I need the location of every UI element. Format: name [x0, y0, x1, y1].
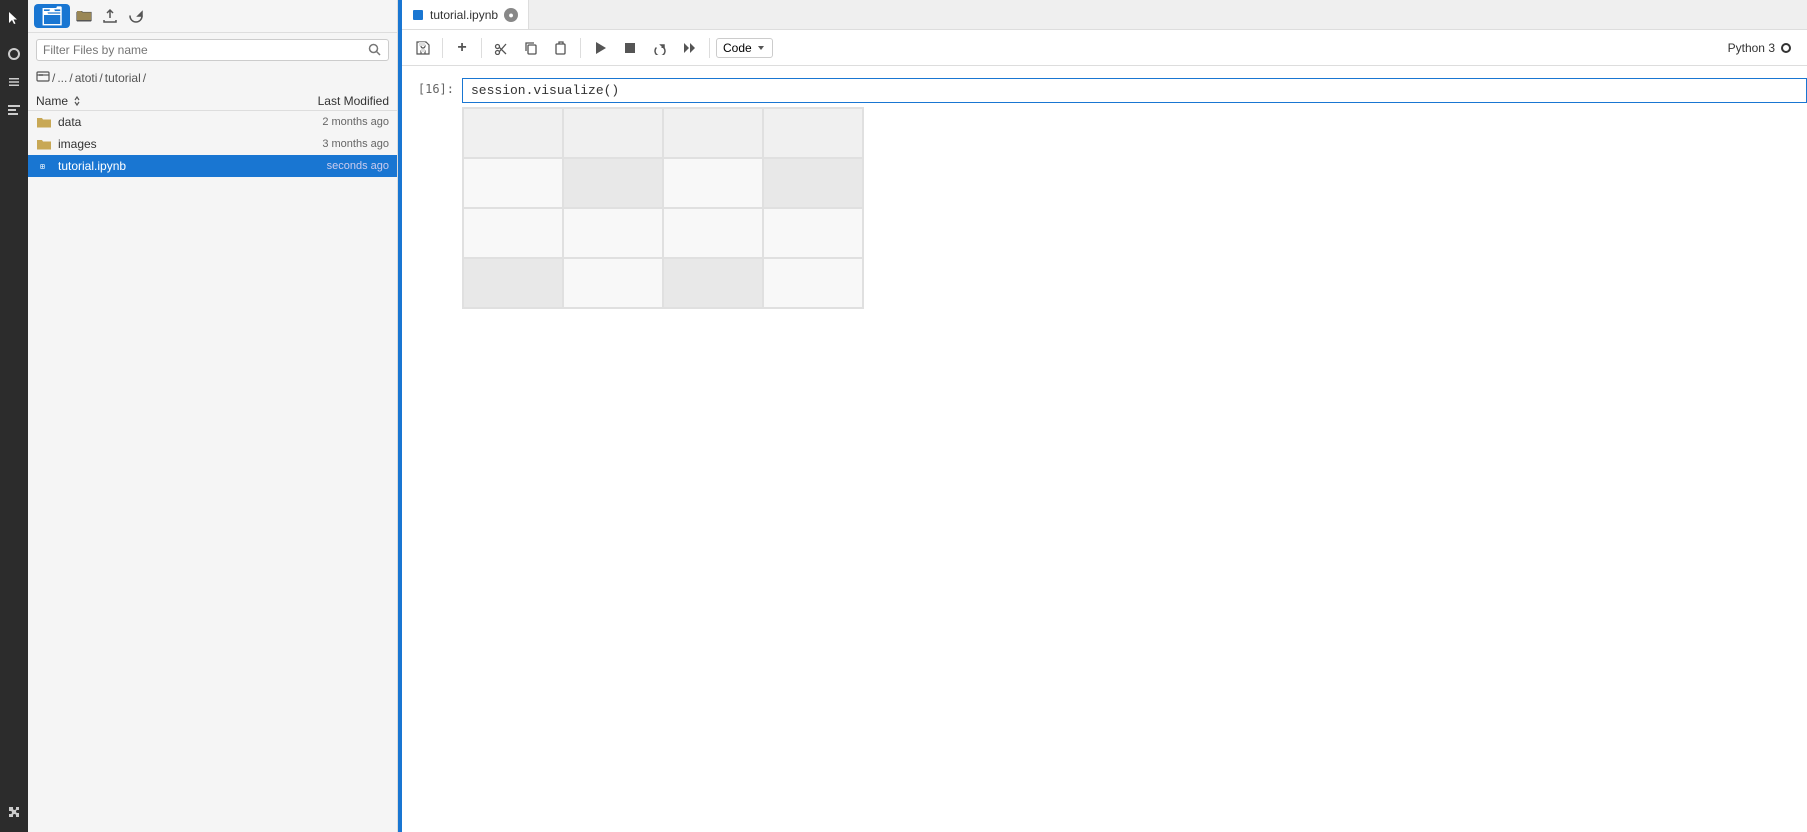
modified-column-header[interactable]: Last Modified: [239, 94, 389, 108]
tab-label: tutorial.ipynb: [430, 8, 498, 22]
visualization-grid: [462, 107, 864, 309]
viz-cell: [463, 258, 563, 308]
viz-cell: [763, 258, 863, 308]
viz-cell: [563, 158, 663, 208]
viz-cell: [563, 208, 663, 258]
file-modified: 3 months ago: [239, 138, 389, 150]
output-area: [462, 107, 1807, 319]
open-folder-button[interactable]: [72, 4, 96, 28]
breadcrumb-root[interactable]: [36, 69, 50, 86]
viz-cell: [563, 258, 663, 308]
viz-cell: [663, 108, 763, 158]
breadcrumb-tutorial[interactable]: tutorial: [105, 71, 141, 85]
new-button[interactable]: 🗂: [34, 4, 70, 28]
separator-3: [580, 38, 581, 58]
folder-icon: [36, 136, 52, 152]
cell-type-label: Code: [723, 41, 752, 55]
file-list: data 2 months ago images 3 months ago ⊞ …: [28, 111, 397, 832]
run-button[interactable]: [587, 35, 613, 61]
separator-2: [481, 38, 482, 58]
python-indicator: Python 3: [1728, 41, 1799, 55]
puzzle-icon[interactable]: [2, 800, 26, 824]
sidebar-toolbar: 🗂: [28, 0, 397, 33]
list-item[interactable]: data 2 months ago: [28, 111, 397, 133]
breadcrumb: / ... / atoti / tutorial /: [28, 67, 397, 92]
breadcrumb-separator-2: /: [69, 71, 72, 85]
cell-type-selector[interactable]: Code: [716, 38, 773, 58]
fast-forward-button[interactable]: [677, 35, 703, 61]
viz-cell: [463, 108, 563, 158]
name-column-header[interactable]: Name: [36, 94, 239, 108]
viz-cell: [763, 108, 863, 158]
save-button[interactable]: [410, 35, 436, 61]
viz-cell: [563, 108, 663, 158]
tab-bar: tutorial.ipynb ●: [402, 0, 1807, 30]
notebook-content: [16]: session.visualize(): [402, 66, 1807, 832]
viz-cell: [763, 158, 863, 208]
file-list-header: Name Last Modified: [28, 92, 397, 111]
cut-button[interactable]: [488, 35, 514, 61]
kernel-status-icon: [1781, 43, 1791, 53]
cell-execution-count: [16]:: [402, 78, 462, 96]
circle-icon[interactable]: [2, 42, 26, 66]
separator-1: [442, 38, 443, 58]
sidebar: 🗂 / ... / atoti / tutorial / Name: [28, 0, 398, 832]
search-text-icon[interactable]: [2, 98, 26, 122]
paste-button[interactable]: [548, 35, 574, 61]
tab-close-button[interactable]: ●: [504, 8, 518, 22]
file-name: tutorial.ipynb: [58, 159, 239, 173]
refresh-button[interactable]: [124, 4, 148, 28]
viz-cell: [663, 208, 763, 258]
svg-text:⊞: ⊞: [40, 162, 45, 171]
file-name: data: [58, 115, 239, 129]
upload-button[interactable]: [98, 4, 122, 28]
viz-cell: [663, 158, 763, 208]
file-modified: 2 months ago: [239, 116, 389, 128]
search-button[interactable]: [368, 43, 382, 57]
main-area: tutorial.ipynb ● +: [402, 0, 1807, 832]
cell-container: [16]: session.visualize(): [402, 78, 1807, 103]
copy-button[interactable]: [518, 35, 544, 61]
restart-button[interactable]: [647, 35, 673, 61]
breadcrumb-ellipsis[interactable]: ...: [57, 71, 67, 85]
search-input[interactable]: [43, 43, 368, 57]
list-item[interactable]: ⊞ tutorial.ipynb seconds ago: [28, 155, 397, 177]
viz-cell: [463, 208, 563, 258]
viz-cell: [763, 208, 863, 258]
cursor-icon[interactable]: [2, 6, 26, 30]
breadcrumb-separator-1: /: [52, 71, 55, 85]
file-modified: seconds ago: [239, 160, 389, 172]
notebook-icon: ⊞: [36, 158, 52, 174]
stop-button[interactable]: [617, 35, 643, 61]
separator-4: [709, 38, 710, 58]
add-cell-button[interactable]: +: [449, 35, 475, 61]
activity-bar: [0, 0, 28, 832]
breadcrumb-separator-4: /: [143, 71, 146, 85]
python-label: Python 3: [1728, 41, 1775, 55]
search-bar: [36, 39, 389, 61]
viz-cell: [663, 258, 763, 308]
viz-cell: [463, 158, 563, 208]
code-cell[interactable]: session.visualize(): [462, 78, 1807, 103]
breadcrumb-atoti[interactable]: atoti: [75, 71, 98, 85]
file-name: images: [58, 137, 239, 151]
tab-tutorial[interactable]: tutorial.ipynb ●: [402, 0, 529, 29]
list-item[interactable]: images 3 months ago: [28, 133, 397, 155]
breadcrumb-separator-3: /: [99, 71, 102, 85]
list-icon[interactable]: [2, 70, 26, 94]
notebook-toolbar: + Code Python 3: [402, 30, 1807, 66]
folder-icon: [36, 114, 52, 130]
